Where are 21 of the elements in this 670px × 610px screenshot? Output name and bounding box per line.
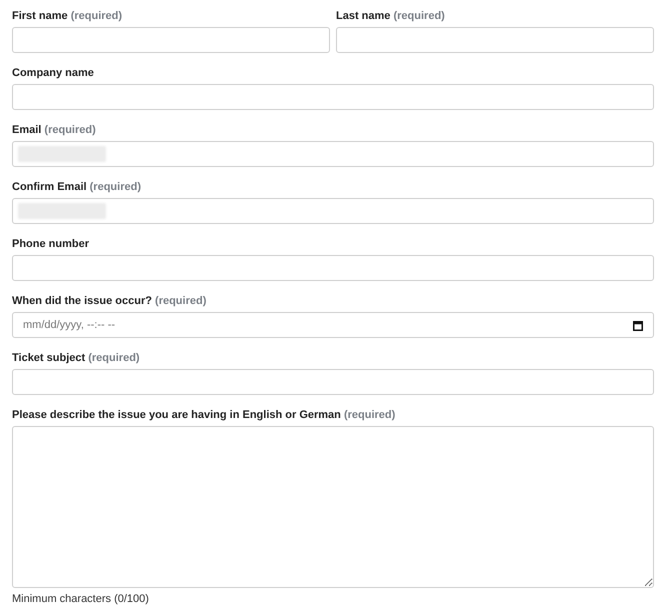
text-field[interactable]: [12, 369, 654, 395]
field-label: Last name (required): [336, 9, 446, 23]
field-label: Phone number: [12, 237, 90, 251]
character-counter: Minimum characters (0/100): [12, 592, 150, 606]
date-field[interactable]: mm/dd/yyyy, --:-- --: [12, 312, 654, 338]
text-field[interactable]: [12, 255, 654, 281]
field-label: Email (required): [12, 123, 97, 137]
text-field[interactable]: [12, 27, 330, 53]
field-label: When did the issue occur? (required): [12, 294, 208, 308]
field-label: Please describe the issue you are having in English or German (required): [12, 408, 396, 422]
field-label: Confirm Email (required): [12, 180, 142, 194]
date-placeholder: mm/dd/yyyy, --:-- --: [23, 319, 116, 331]
text-field[interactable]: [336, 27, 654, 53]
text-field[interactable]: [12, 84, 654, 110]
text-field[interactable]: [12, 141, 654, 167]
field-label: First name (required): [12, 9, 124, 23]
field-label: Company name: [12, 66, 95, 80]
text-field[interactable]: [12, 198, 654, 224]
field-label: Ticket subject (required): [12, 351, 141, 365]
description-textarea[interactable]: [12, 426, 654, 588]
calendar-icon[interactable]: [633, 320, 643, 330]
